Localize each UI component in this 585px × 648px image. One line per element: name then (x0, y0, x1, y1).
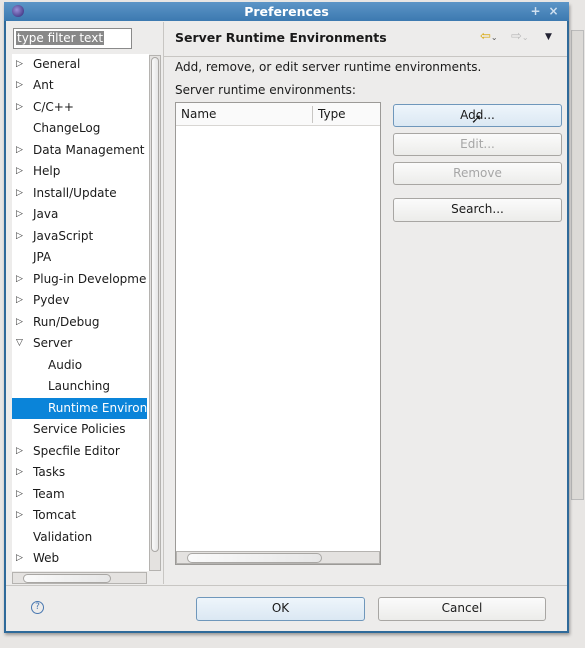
expand-arrow-icon[interactable]: ▷ (16, 183, 23, 204)
background-scrollbar (571, 30, 584, 500)
cancel-button[interactable]: Cancel (378, 597, 546, 621)
tree-item[interactable]: ▷ Ant (12, 75, 147, 96)
tree-item[interactable]: ▷ Install/Update (12, 183, 147, 204)
tree-item[interactable]: Service Policies (12, 419, 147, 440)
tree-item-label: Specfile Editor (33, 443, 120, 458)
table-horizontal-scrollbar[interactable] (176, 551, 380, 564)
tree-item[interactable]: Launching (12, 376, 147, 397)
maximize-icon[interactable]: + (528, 4, 543, 18)
mouse-cursor-icon: ➚ (471, 112, 482, 127)
tree-item[interactable]: ▷ Pydev (12, 290, 147, 311)
tree-item[interactable]: ▷ JavaScript (12, 226, 147, 247)
tree-item-label: Data Management (33, 142, 145, 157)
view-menu-icon[interactable]: ▼ (545, 32, 552, 42)
page-title: Server Runtime Environments (175, 30, 387, 45)
tree-item-label: Team (33, 486, 65, 501)
expand-arrow-icon[interactable]: ▷ (16, 204, 23, 225)
tree-item-label: ChangeLog (33, 121, 101, 136)
expand-arrow-icon[interactable]: ▷ (16, 290, 23, 311)
title-bar: Preferences (4, 2, 569, 21)
page-description: Add, remove, or edit server runtime envi… (175, 60, 482, 74)
expand-arrow-icon[interactable]: ▷ (16, 54, 23, 75)
window-title: Preferences (244, 4, 329, 19)
sash[interactable] (163, 22, 164, 584)
tree-item-label: Pydev (33, 293, 70, 308)
tree-item[interactable]: ▷ Tasks (12, 462, 147, 483)
table-header: Name Type (176, 103, 380, 126)
tree-item-label: Runtime Environments (48, 400, 147, 415)
tree-item[interactable]: ▷ Java (12, 204, 147, 225)
tree-item-label: Plug-in Development (33, 271, 147, 286)
search-button[interactable]: Search... (393, 198, 562, 222)
tree-item[interactable]: ChangeLog (12, 118, 147, 139)
expand-arrow-icon[interactable]: ▷ (16, 312, 23, 333)
tree-item[interactable]: ▷ Specfile Editor (12, 441, 147, 462)
tree-vertical-scrollbar[interactable] (149, 55, 161, 571)
tree-item[interactable]: JPA (12, 247, 147, 268)
expand-arrow-icon[interactable]: ▷ (16, 161, 23, 182)
column-type[interactable]: Type (318, 107, 346, 121)
runtime-table[interactable]: Name Type (175, 102, 381, 565)
tree-item[interactable]: ▷ Help (12, 161, 147, 182)
eclipse-icon (12, 5, 24, 17)
footer-separator (6, 585, 567, 586)
tree-horizontal-scrollbar[interactable] (12, 572, 147, 584)
tree-item-label: Audio (48, 357, 83, 372)
tree-item[interactable]: ▷ Web (12, 548, 147, 569)
tree-item-label: Launching (48, 379, 111, 394)
tree-item[interactable]: ▷ Run/Debug (12, 312, 147, 333)
tree-item-label: Tasks (33, 465, 66, 480)
expand-arrow-icon[interactable]: ▷ (16, 226, 23, 247)
back-icon[interactable]: ⇦⌄ (480, 29, 498, 44)
ok-button[interactable]: OK (196, 597, 365, 621)
expand-arrow-icon[interactable]: ▷ (16, 97, 23, 118)
tree-item-label: General (33, 57, 81, 71)
close-icon[interactable]: × (546, 4, 561, 18)
tree-item[interactable]: ▷ General (12, 54, 147, 75)
tree-item-label: Install/Update (33, 185, 117, 200)
column-name[interactable]: Name (181, 107, 216, 121)
edit-button[interactable]: Edit... (393, 133, 562, 156)
tree-item[interactable]: Runtime Environments (12, 397, 147, 419)
tree-item[interactable]: ▷ Team (12, 484, 147, 505)
expand-arrow-icon[interactable]: ▷ (16, 484, 23, 505)
tree-item-label: Server (33, 336, 73, 351)
expand-arrow-icon[interactable]: ▷ (16, 505, 23, 526)
expand-arrow-icon[interactable]: ▷ (16, 441, 23, 462)
tree-item[interactable]: Audio (12, 355, 147, 376)
tree-item-label: Web (33, 551, 60, 566)
tree-item[interactable]: ▷ Tomcat (12, 505, 147, 526)
expand-arrow-icon[interactable]: ▷ (16, 269, 23, 290)
tree-item-label: Help (33, 164, 61, 179)
tree-item-label: Ant (33, 78, 54, 93)
forward-icon[interactable]: ⇨⌄ (511, 29, 529, 44)
expand-arrow-icon[interactable]: ▷ (16, 140, 23, 161)
remove-button[interactable]: Remove (393, 162, 562, 185)
tree-item[interactable]: ▷ Plug-in Development (12, 269, 147, 290)
tree-item[interactable]: Validation (12, 527, 147, 548)
tree-item[interactable]: ▽ Server (12, 333, 147, 354)
header-separator (164, 56, 567, 57)
tree-item-label: Service Policies (33, 422, 126, 437)
table-label: Server runtime environments: (175, 83, 356, 97)
tree-item-label: C/C++ (33, 99, 74, 114)
tree-item[interactable]: ▷ Data Management (12, 140, 147, 161)
expand-arrow-icon[interactable]: ▷ (16, 75, 23, 96)
preferences-tree[interactable]: ▷ General ▷ Ant ▷ C/C++ ChangeLog ▷ Data Managem… (12, 54, 149, 571)
expand-arrow-icon[interactable]: ▷ (16, 462, 23, 483)
tree-item[interactable]: ▷ C/C++ (12, 97, 147, 118)
tree-item-label: Validation (33, 529, 93, 544)
help-icon[interactable]: ? (31, 601, 44, 614)
tree-item-label: JPA (33, 250, 52, 265)
filter-input[interactable]: type filter text (13, 28, 132, 49)
tree-item-label: JavaScript (33, 228, 94, 243)
expand-arrow-icon[interactable]: ▷ (16, 548, 23, 569)
tree-item-label: Tomcat (33, 508, 76, 523)
tree-item-label: Run/Debug (33, 314, 100, 329)
collapse-arrow-icon[interactable]: ▽ (16, 333, 23, 354)
tree-item-label: Java (33, 207, 59, 222)
